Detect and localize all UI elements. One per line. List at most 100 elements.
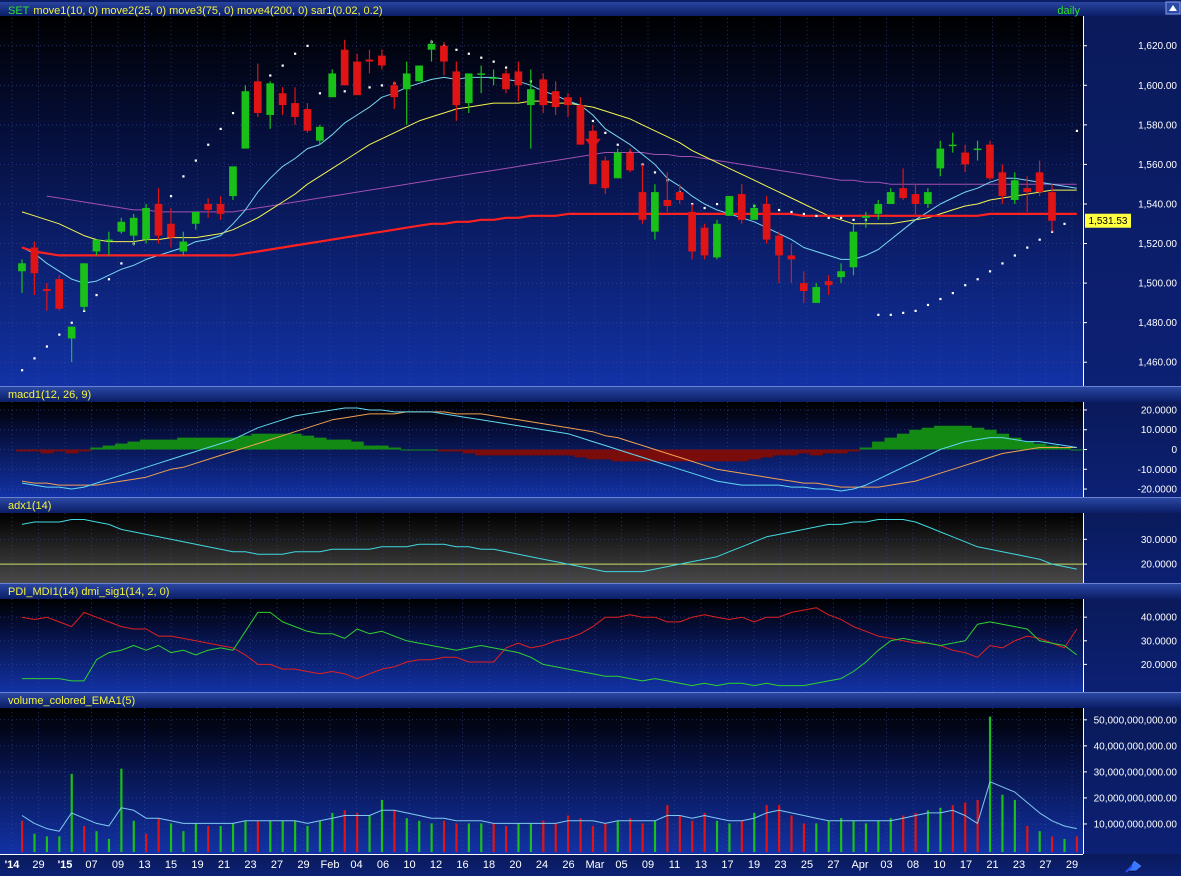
date-tick-label: 17 (960, 859, 972, 871)
date-tick-label: '15 (58, 859, 73, 871)
date-tick-label: 29 (32, 859, 44, 871)
sar-dot (294, 52, 297, 55)
date-tick-label: 17 (721, 859, 733, 871)
volume-bar (703, 812, 706, 852)
candle-up (973, 148, 982, 151)
sar-dot (815, 214, 818, 218)
volume-bar (616, 820, 619, 852)
sar-dot (504, 66, 508, 69)
macd-histogram-bar (673, 449, 687, 462)
date-tick-label: 23 (244, 859, 256, 871)
volume-bar (914, 812, 917, 852)
macd-histogram-bar (921, 427, 935, 450)
volume-bar (244, 820, 247, 852)
volume-bar (1026, 825, 1029, 852)
volume-bar (926, 810, 930, 852)
macd-histogram-bar (40, 449, 54, 454)
macd-histogram-bar (189, 437, 203, 450)
candle-down (278, 93, 287, 106)
volume-bar (269, 820, 272, 852)
dmi-ytick-label: 30.0000 (1141, 636, 1178, 647)
date-tick-label: 03 (880, 859, 892, 871)
price-ytick-label: 1,500.00 (1138, 279, 1177, 290)
dmi-ytick-label: 40.0000 (1141, 613, 1178, 624)
sar-dot (380, 84, 384, 87)
macd-histogram-bar (636, 449, 650, 462)
sar-dot (951, 291, 954, 295)
macd-histogram-bar (139, 439, 153, 450)
sar-dot (455, 48, 458, 51)
volume-panel-title: volume_colored_EMA1(5) (8, 695, 135, 707)
sar-dot (219, 127, 222, 131)
date-tick-label: 21 (218, 859, 230, 871)
macd-histogram-bar (301, 435, 315, 450)
date-tick-label: Feb (321, 859, 340, 871)
last-price-label: 1,531.53 (1089, 216, 1128, 227)
candle-down (700, 227, 709, 256)
volume-bar (33, 833, 36, 852)
date-tick-label: 27 (271, 859, 283, 871)
volume-bar (318, 820, 322, 852)
volume-bar (604, 823, 607, 852)
candle-up (80, 263, 88, 307)
date-tick-label: 23 (774, 859, 786, 871)
date-tick-label: 05 (615, 859, 627, 871)
volume-bar (815, 823, 818, 852)
candle-down (291, 103, 299, 117)
volume-bar (740, 820, 743, 852)
volume-bar (132, 820, 135, 852)
candle-up (105, 239, 113, 242)
sar-dot (777, 208, 781, 212)
candle-up (936, 148, 945, 169)
sar-dot (653, 171, 657, 174)
macd-histogram-bar (350, 441, 364, 450)
volume-bar (777, 805, 781, 852)
date-tick-label: 08 (907, 859, 919, 871)
macd-title-bar (0, 386, 1181, 402)
adx-title-bar (0, 497, 1181, 513)
candle-up (651, 192, 659, 232)
candle-up (849, 231, 858, 268)
volume-bar (107, 838, 111, 852)
sar-dot (343, 90, 346, 93)
macd-histogram-bar (872, 441, 885, 450)
candle-up (179, 241, 188, 252)
date-tick-label: 06 (377, 859, 389, 871)
date-tick-label: 24 (536, 859, 548, 871)
volume-ytick-label: 50,000,000,000.00 (1094, 715, 1178, 726)
dmi-title-bar (0, 583, 1181, 599)
candle-down (539, 79, 548, 106)
volume-ytick-label: 30,000,000,000.00 (1094, 767, 1178, 778)
macd-ytick-label: -10.0000 (1138, 465, 1178, 476)
macd-histogram-bar (1070, 449, 1084, 451)
macd-histogram-bar (263, 433, 277, 450)
volume-bar (542, 820, 545, 852)
volume-bar (169, 823, 173, 852)
volume-bar (802, 823, 806, 852)
price-ytick-label: 1,460.00 (1138, 358, 1177, 369)
macd-histogram-bar (549, 449, 563, 456)
candle-up (862, 215, 870, 218)
macd-histogram-bar (946, 425, 960, 450)
macd-histogram-bar (77, 449, 91, 452)
macd-histogram-bar (847, 449, 861, 452)
candle-down (216, 203, 225, 214)
date-tick-label: 07 (85, 859, 97, 871)
candle-down (688, 211, 696, 252)
macd-histogram-bar (884, 437, 898, 450)
dmi-ytick-label: 20.0000 (1141, 660, 1178, 671)
volume-bar (1063, 838, 1066, 852)
candle-down (340, 49, 349, 86)
candle-up (266, 83, 275, 115)
macd-histogram-bar (450, 449, 464, 452)
date-tick-label: 04 (350, 859, 362, 871)
macd-histogram-bar (810, 449, 823, 456)
date-tick-label: Apr (851, 859, 868, 871)
macd-histogram-bar (127, 441, 141, 450)
macd-histogram-bar (785, 449, 799, 456)
scroll-up-button[interactable] (1165, 1, 1181, 15)
candle-up (191, 211, 200, 224)
indicator-list: move1(10, 0) move2(25, 0) move3(75, 0) m… (33, 5, 382, 17)
macd-panel-title: macd1(12, 26, 9) (8, 389, 91, 401)
volume-bar (492, 823, 495, 852)
